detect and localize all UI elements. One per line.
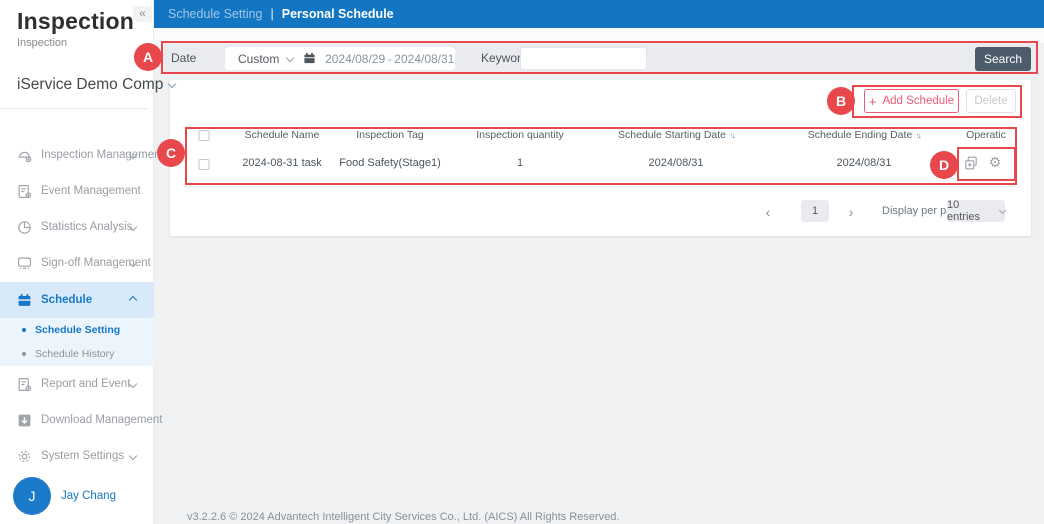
search-toolbar: Date Custom 2024/08/29 - 2024/08/31 Keyw… [164,44,1036,73]
sidebar-item-inspection-management[interactable]: Inspection Management [0,137,154,173]
column-header-schedule-ending-date[interactable]: Schedule Ending Date↑↓ [808,129,921,141]
sidebar-item-label: Inspection Management [41,149,164,161]
sidebar-item-label: Report and Event [41,378,131,390]
sidebar-item-statistics-analysis[interactable]: Statistics Analysis [0,209,154,245]
sidebar-item-schedule[interactable]: Schedule [0,282,154,318]
chevron-down-icon [286,53,294,61]
bullet-icon [22,352,26,356]
column-header-inspection-tag[interactable]: Inspection Tag [356,129,424,141]
company-name: iService Demo Comp [17,76,163,93]
sidebar-collapse-button[interactable]: « [133,6,152,22]
download-management-icon [17,413,32,428]
copy-icon[interactable] [964,156,978,170]
next-page-icon[interactable]: › [849,204,854,220]
chevron-up-icon [129,296,137,304]
statistics-analysis-icon [17,220,32,235]
sort-icon[interactable]: ↑↓ [729,131,734,140]
sidebar-item-label: Statistics Analysis [41,221,132,233]
date-separator: - [386,52,394,66]
column-header-inspection-quantity[interactable]: Inspection quantity [476,129,564,141]
cell-schedule-starting-date: 2024/08/31 [648,157,703,169]
plus-icon: + [869,94,877,109]
keywords-input[interactable] [520,47,647,70]
date-label: Date [171,44,196,73]
breadcrumb-parent[interactable]: Schedule Setting [168,7,263,21]
inspection-management-icon [17,148,32,163]
system-settings-icon [17,449,32,464]
avatar: J [13,477,51,515]
start-date-value[interactable]: 2024/08/29 [324,52,385,66]
sidebar-item-label: Event Management [41,185,141,197]
header-spacer [154,28,1044,43]
bullet-icon [22,328,26,332]
column-header-label: Schedule Starting Date [618,129,726,141]
sign-off-management-icon [17,256,32,271]
app-title: Inspection [17,8,134,35]
page-header: Schedule Setting | Personal Schedule [154,0,1044,28]
report-and-event-icon [17,377,32,392]
gear-icon[interactable]: ⚙ [989,154,1002,171]
sidebar-item-sign-off-management[interactable]: Sign-off Management [0,245,154,281]
user-name: Jay Chang [61,490,116,502]
previous-page-icon[interactable]: ‹ [766,204,771,220]
sidebar-item-label: Schedule [41,294,92,306]
entries-value: 10 entries [947,199,995,223]
schedule-card: + Add Schedule Delete Schedule Name Insp… [170,80,1031,236]
chevron-down-icon [129,452,137,460]
sort-icon[interactable]: ↑↓ [915,131,920,140]
column-header-schedule-starting-date[interactable]: Schedule Starting Date↑↓ [618,129,734,141]
chevron-down-icon [168,80,176,88]
date-range-picker[interactable]: Custom 2024/08/29 - 2024/08/31 [225,47,455,70]
app-subtitle: Inspection [17,37,67,49]
sidebar-divider [0,108,148,109]
event-management-icon [17,184,32,199]
schedule-submenu: Schedule Setting Schedule History [0,318,154,366]
sidebar-item-system-settings[interactable]: System Settings [0,438,154,474]
calendar-icon [303,52,316,65]
column-header-operation: Operatic [966,129,1006,141]
column-header-label: Schedule Ending Date [808,129,913,141]
subitem-label: Schedule History [35,348,114,360]
sidebar-item-event-management[interactable]: Event Management [0,173,154,209]
sidebar-subitem-schedule-setting[interactable]: Schedule Setting [0,318,154,342]
add-schedule-label: Add Schedule [882,95,954,107]
row-checkbox[interactable] [199,159,210,170]
cell-schedule-ending-date: 2024/08/31 [836,157,891,169]
company-selector[interactable]: iService Demo Comp [17,76,175,94]
row-divider [184,186,1017,187]
end-date-value[interactable]: 2024/08/31 [394,52,455,66]
entries-per-page-select[interactable]: 10 entries [947,200,1005,222]
sidebar-item-download-management[interactable]: Download Management [0,402,154,438]
cell-inspection-quantity: 1 [517,157,523,169]
schedule-icon [17,293,32,308]
sidebar-subitem-schedule-history[interactable]: Schedule History [0,342,154,366]
date-range-type-select[interactable]: Custom [238,52,285,66]
delete-label: Delete [974,95,1007,107]
sidebar-item-label: System Settings [41,450,124,462]
subitem-label: Schedule Setting [35,324,120,336]
delete-button[interactable]: Delete [966,89,1016,113]
sidebar-item-label: Download Management [41,414,162,426]
chevron-down-icon [999,206,1006,213]
user-account[interactable]: J Jay Chang [0,474,154,518]
cell-schedule-name: 2024-08-31 task [242,157,322,169]
search-button[interactable]: Search [975,47,1031,71]
cell-inspection-tag: Food Safety(Stage1) [339,157,441,169]
add-schedule-button[interactable]: + Add Schedule [864,89,959,113]
sidebar: Inspection Inspection « iService Demo Co… [0,0,154,524]
page-number-button[interactable]: 1 [801,200,829,222]
select-all-checkbox[interactable] [199,130,210,141]
app-screen: Inspection Inspection « iService Demo Co… [0,0,1044,524]
footer-copyright: v3.2.2.6 © 2024 Advantech Intelligent Ci… [187,511,619,523]
breadcrumb-current: Personal Schedule [282,7,394,21]
sidebar-item-report-and-event[interactable]: Report and Event [0,366,154,402]
column-header-schedule-name[interactable]: Schedule Name [245,129,320,141]
breadcrumb-separator: | [271,7,274,21]
collapse-icon: « [139,6,146,20]
